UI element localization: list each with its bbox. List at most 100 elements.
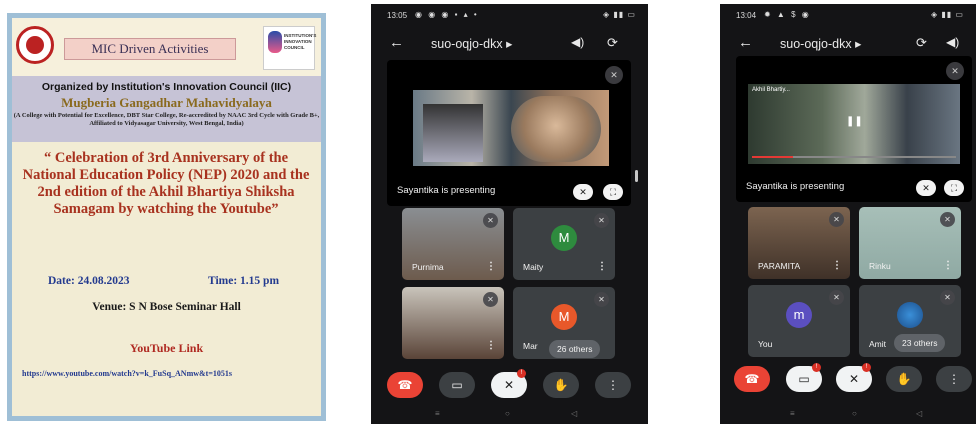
shared-video-thumbnail xyxy=(413,90,609,166)
back-arrow-icon[interactable]: ← xyxy=(389,34,404,51)
fullscreen-icon[interactable]: ⛶ xyxy=(944,180,964,196)
back-nav-icon[interactable]: ◁ xyxy=(916,409,922,418)
raise-hand-button[interactable]: ✋ xyxy=(543,372,579,398)
participant-name: Purnima xyxy=(412,262,444,272)
video-progress-bar[interactable] xyxy=(752,156,956,158)
mic-off-icon: ✕ xyxy=(594,213,609,228)
mic-off-icon: ✕ xyxy=(940,212,955,227)
video-title: Akhil Bhartiy... xyxy=(752,87,790,93)
event-time: Time: 1.15 pm xyxy=(208,275,280,287)
battery-signal-icon: ◈ ▮▮ ▭ xyxy=(931,10,964,19)
phone-screenshot-2: 13:04 ✹ ▲ $ ◉ ◈ ▮▮ ▭ ← suo-oqjo-dkx ▸ ⟳ … xyxy=(720,4,976,424)
mic-off-icon: ✕ xyxy=(829,290,844,305)
mute-presenter-icon[interactable]: ✕ xyxy=(573,184,593,200)
presenting-label: Sayantika is presenting xyxy=(746,181,845,192)
speaker-icon[interactable]: ◀) xyxy=(571,35,584,49)
participant-tile[interactable]: ✕ m You xyxy=(748,285,850,357)
meeting-header: ← suo-oqjo-dkx ▸ ◀) ⟳ xyxy=(371,30,648,58)
fullscreen-icon[interactable]: ⛶ xyxy=(603,184,623,200)
recents-icon[interactable]: ≡ xyxy=(790,409,795,418)
participant-tile[interactable]: ✕ M Maity ⋮ xyxy=(513,208,615,280)
more-options-button[interactable]: ⋮ xyxy=(936,366,972,392)
hangup-button[interactable]: ☎ xyxy=(734,366,770,392)
dropdown-icon: ▸ xyxy=(855,37,862,51)
status-bar: 13:05 ◉ ◉ ◉ ▪ ▴ • ◈ ▮▮ ▭ xyxy=(371,4,648,26)
meeting-code-text: suo-oqjo-dkx xyxy=(780,37,852,51)
mic-off-icon: ✕ xyxy=(483,213,498,228)
mic-toggle-button[interactable]: ✕! xyxy=(491,369,527,398)
youtube-link-label: YouTube Link xyxy=(129,341,204,355)
status-time: 13:05 xyxy=(387,11,408,20)
switch-camera-icon[interactable]: ⟳ xyxy=(916,35,927,51)
more-options-icon[interactable]: ⋮ xyxy=(486,261,496,272)
alert-badge: ! xyxy=(862,363,871,372)
participant-tile[interactable]: ✕ Purnima ⋮ xyxy=(402,208,504,280)
organized-by: Organized by Institution's Innovation Co… xyxy=(41,81,292,93)
participant-tile[interactable]: ✕ Rinku ⋮ xyxy=(859,207,961,279)
meeting-code[interactable]: suo-oqjo-dkx ▸ xyxy=(780,36,861,51)
back-nav-icon[interactable]: ◁ xyxy=(571,409,577,418)
more-options-icon[interactable]: ⋮ xyxy=(943,260,953,271)
avatar xyxy=(897,302,923,329)
more-options-icon[interactable]: ⋮ xyxy=(832,260,842,271)
home-icon[interactable]: ○ xyxy=(852,409,857,418)
mic-toggle-button[interactable]: ✕! xyxy=(836,363,872,392)
more-options-icon[interactable]: ⋮ xyxy=(597,261,607,272)
mute-presenter-icon[interactable]: ✕ xyxy=(916,180,936,196)
notification-icons: ◉ ◉ ◉ ▪ ▴ • xyxy=(415,10,479,19)
switch-camera-icon[interactable]: ⟳ xyxy=(607,35,618,51)
participant-tile[interactable]: ✕ ⋮ xyxy=(402,287,504,359)
camera-toggle-button[interactable]: ▭! xyxy=(786,363,822,392)
home-icon[interactable]: ○ xyxy=(505,409,510,418)
meeting-code[interactable]: suo-oqjo-dkx ▸ xyxy=(431,36,512,51)
notification-icons: ✹ ▲ $ ◉ xyxy=(764,10,811,19)
raise-hand-button[interactable]: ✋ xyxy=(886,366,922,392)
youtube-url[interactable]: https://www.youtube.com/watch?v=k_FuSq_A… xyxy=(22,369,314,379)
pause-icon[interactable]: ❚❚ xyxy=(846,116,863,127)
avatar: m xyxy=(786,302,812,329)
mic-off-icon: ✕ xyxy=(605,66,623,84)
poster-content: MIC Driven Activities INSTITUTION'S INNO… xyxy=(12,18,321,416)
presentation-view[interactable]: ✕ Sayantika is presenting ✕ ⛶ xyxy=(387,60,631,206)
event-venue: Venue: S N Bose Seminar Hall xyxy=(92,301,241,313)
others-count-badge[interactable]: 26 others xyxy=(549,340,601,358)
poster-header: MIC Driven Activities INSTITUTION'S INNO… xyxy=(12,18,321,76)
college-subtitle: (A College with Potential for Excellence… xyxy=(13,112,320,127)
avatar: M xyxy=(551,225,577,252)
more-options-icon[interactable]: ⋮ xyxy=(486,340,496,351)
organizer-band: Organized by Institution's Innovation Co… xyxy=(12,76,321,142)
shared-video-thumbnail: Akhil Bhartiy... ❚❚ xyxy=(748,84,960,164)
scrollbar[interactable] xyxy=(635,170,638,182)
participant-name: PARAMITA xyxy=(758,261,801,271)
others-count-badge[interactable]: 23 others xyxy=(894,334,946,352)
college-logo xyxy=(16,26,54,64)
call-controls: ☎ ▭! ✕! ✋ ⋮ xyxy=(720,363,976,406)
participant-name: Mar xyxy=(523,341,538,351)
presentation-view[interactable]: ✕ Akhil Bhartiy... ❚❚ Sayantika is prese… xyxy=(736,56,972,202)
mic-title: MIC Driven Activities xyxy=(64,38,236,60)
status-bar: 13:04 ✹ ▲ $ ◉ ◈ ▮▮ ▭ xyxy=(720,4,976,26)
hangup-button[interactable]: ☎ xyxy=(387,372,423,398)
dropdown-icon: ▸ xyxy=(506,37,513,51)
android-nav-bar: ≡ ○ ◁ xyxy=(371,406,648,424)
participant-name: Rinku xyxy=(869,261,891,271)
presenting-label: Sayantika is presenting xyxy=(397,185,496,196)
event-poster: MIC Driven Activities INSTITUTION'S INNO… xyxy=(7,13,326,421)
meeting-header: ← suo-oqjo-dkx ▸ ⟳ ◀) xyxy=(720,30,976,58)
more-options-button[interactable]: ⋮ xyxy=(595,372,631,398)
recents-icon[interactable]: ≡ xyxy=(435,409,440,418)
status-time: 13:04 xyxy=(736,11,757,20)
event-date: Date: 24.08.2023 xyxy=(48,275,130,287)
phone-screenshot-1: 13:05 ◉ ◉ ◉ ▪ ▴ • ◈ ▮▮ ▭ ← suo-oqjo-dkx … xyxy=(371,4,648,424)
android-nav-bar: ≡ ○ ◁ xyxy=(720,406,976,424)
iic-logo: INSTITUTION'S INNOVATION COUNCIL xyxy=(263,26,316,70)
participant-name: Amit xyxy=(869,339,886,349)
mic-off-icon: ✕ xyxy=(483,292,498,307)
mic-off-icon: ✕ xyxy=(946,62,964,80)
speaker-icon[interactable]: ◀) xyxy=(946,35,959,49)
participant-tile[interactable]: ✕ PARAMITA ⋮ xyxy=(748,207,850,279)
mic-off-icon: ✕ xyxy=(829,212,844,227)
camera-toggle-button[interactable]: ▭ xyxy=(439,372,475,398)
avatar: M xyxy=(551,304,577,331)
back-arrow-icon[interactable]: ← xyxy=(738,34,753,51)
